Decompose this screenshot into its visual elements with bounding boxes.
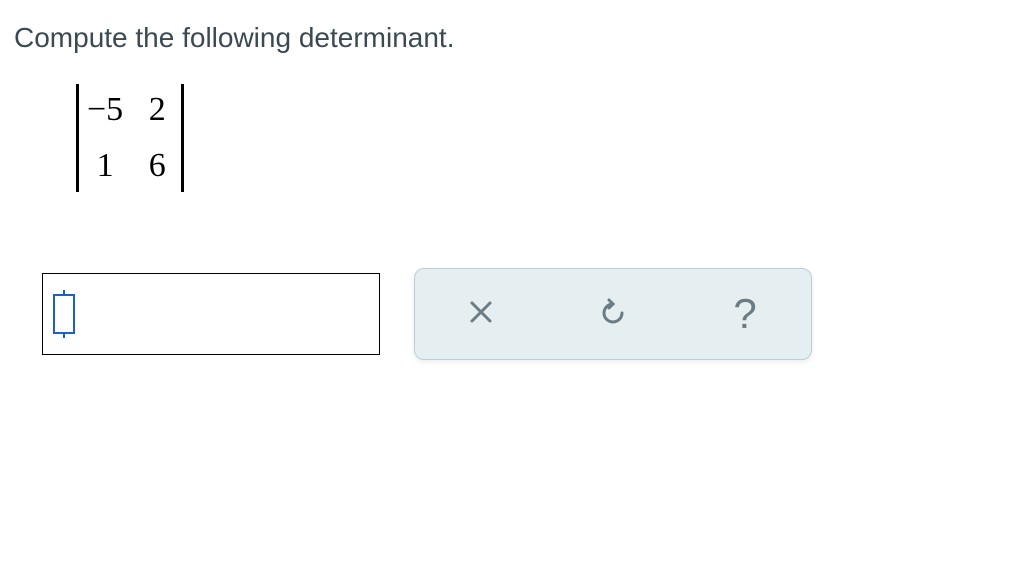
matrix-cell-r1c2: 2 bbox=[141, 91, 173, 129]
help-button[interactable]: ? bbox=[720, 289, 770, 339]
close-icon bbox=[467, 298, 495, 331]
matrix-cell-r2c1: 1 bbox=[87, 147, 123, 185]
action-toolbar: ? bbox=[414, 268, 812, 360]
matrix-cell-r2c2: 6 bbox=[141, 147, 173, 185]
undo-button[interactable] bbox=[588, 289, 638, 339]
matrix-cell-r1c1: −5 bbox=[87, 91, 123, 129]
clear-button[interactable] bbox=[456, 289, 506, 339]
question-prompt: Compute the following determinant. bbox=[14, 22, 454, 54]
det-bar-right bbox=[181, 84, 184, 192]
answer-input[interactable] bbox=[53, 294, 75, 334]
help-icon: ? bbox=[733, 290, 756, 338]
matrix-grid: −5 2 1 6 bbox=[79, 85, 181, 191]
answer-input-container[interactable] bbox=[42, 273, 380, 355]
undo-icon bbox=[598, 297, 628, 332]
determinant-expression: −5 2 1 6 bbox=[76, 84, 184, 192]
